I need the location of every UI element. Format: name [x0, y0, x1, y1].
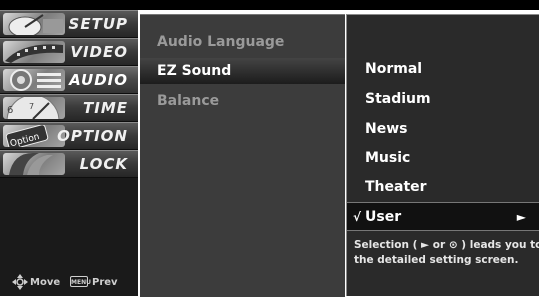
menu-item-setup[interactable]: SETUP [0, 10, 138, 38]
option-music[interactable]: Music [347, 144, 539, 173]
menu-item-label: AUDIO [69, 71, 128, 89]
ez-sound-options: Normal Stadium News Music Theater √ User … [346, 14, 539, 296]
submenu-item-ez-sound[interactable]: EZ Sound [140, 58, 345, 84]
option-news[interactable]: News [347, 115, 539, 144]
menu-item-label: SETUP [68, 15, 128, 33]
option-tag-icon: Option [3, 125, 65, 147]
satellite-dish-icon [3, 13, 65, 35]
clock-icon: 67 [3, 97, 65, 119]
option-user-label: User [365, 209, 402, 225]
menu-key-icon: MENU [70, 276, 91, 287]
option-normal[interactable]: Normal [347, 55, 539, 84]
menu-item-label: VIDEO [70, 43, 128, 61]
menu-item-video[interactable]: VIDEO [0, 38, 138, 66]
menu-item-label: LOCK [79, 155, 128, 173]
menu-item-option[interactable]: Option OPTION [0, 122, 138, 150]
audio-submenu: Audio Language EZ Sound Balance [140, 14, 345, 297]
menu-item-audio[interactable]: AUDIO [0, 66, 138, 94]
menu-item-label: OPTION [57, 127, 128, 145]
navigation-pad-icon [12, 274, 28, 290]
option-stadium[interactable]: Stadium [347, 85, 539, 114]
submenu-item-balance[interactable]: Balance [140, 88, 345, 114]
option-theater[interactable]: Theater [347, 173, 539, 202]
menu-item-label: TIME [83, 99, 128, 117]
menu-item-time[interactable]: 67 TIME [0, 94, 138, 122]
submenu-item-audio-language[interactable]: Audio Language [140, 29, 345, 55]
padlock-icon [3, 153, 65, 175]
option-user[interactable]: √ User ► [347, 202, 539, 231]
right-arrow-icon: ► [516, 210, 526, 224]
svg-text:7: 7 [29, 102, 34, 111]
film-reel-icon [3, 41, 65, 63]
menu-footer: Move MENU Prev [0, 272, 138, 294]
speaker-icon [3, 69, 65, 91]
svg-text:6: 6 [7, 105, 13, 116]
main-menu: SETUP VIDEO AUDIO 67 TIME Option OPTION … [0, 10, 138, 296]
top-bar [0, 0, 539, 10]
move-hint-label: Move [30, 277, 61, 288]
checkmark-icon: √ [353, 210, 362, 224]
help-text: Selection ( ► or ⊙ ) leads you to the de… [354, 239, 539, 266]
prev-hint-label: Prev [92, 277, 118, 288]
menu-item-lock[interactable]: LOCK [0, 150, 138, 178]
